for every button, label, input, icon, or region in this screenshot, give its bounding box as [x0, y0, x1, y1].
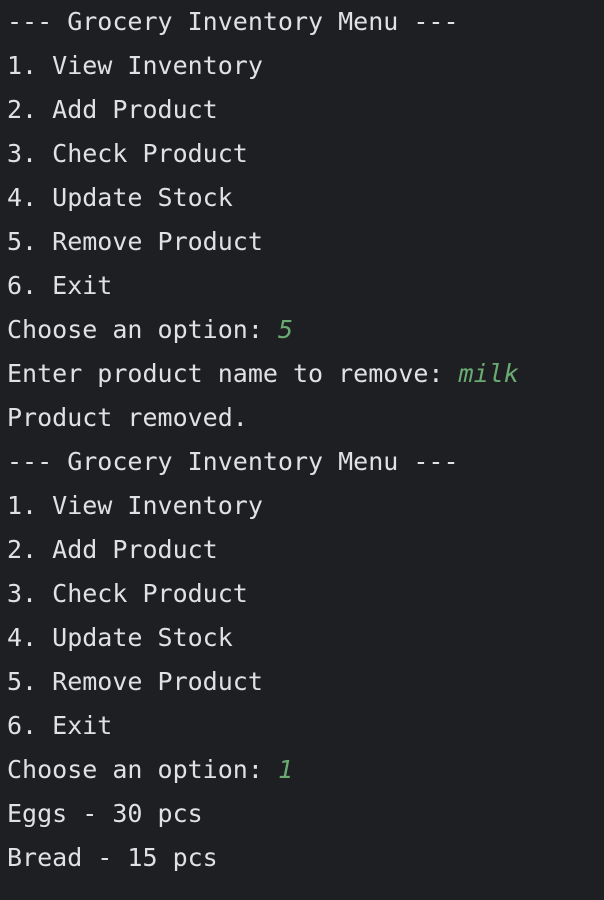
- menu-option-remove-product: 5. Remove Product: [7, 220, 597, 264]
- console-text: 4. Update Stock: [7, 623, 233, 652]
- console-text: 1. View Inventory: [7, 51, 263, 80]
- console-text: 2. Add Product: [7, 95, 218, 124]
- console-text: 3. Check Product: [7, 579, 248, 608]
- console-text: 4. Update Stock: [7, 183, 233, 212]
- menu-option-check-product: 3. Check Product: [7, 572, 597, 616]
- option-prompt: Choose an option: 1: [7, 748, 597, 792]
- menu-header: --- Grocery Inventory Menu ---: [7, 0, 597, 44]
- menu-option-view-inventory: 1. View Inventory: [7, 44, 597, 88]
- user-input: 5: [277, 315, 293, 344]
- menu-option-check-product: 3. Check Product: [7, 132, 597, 176]
- console-text: --- Grocery Inventory Menu ---: [7, 7, 459, 36]
- menu-option-exit: 6. Exit: [7, 704, 597, 748]
- console-text: 3. Check Product: [7, 139, 248, 168]
- console-text: 5. Remove Product: [7, 667, 263, 696]
- console-text: 2. Add Product: [7, 535, 218, 564]
- user-input: milk: [458, 359, 519, 388]
- menu-header: --- Grocery Inventory Menu ---: [7, 440, 597, 484]
- console-text: 1. View Inventory: [7, 491, 263, 520]
- console-text: 6. Exit: [7, 271, 113, 300]
- console-text: Product removed.: [7, 403, 248, 432]
- menu-option-view-inventory: 1. View Inventory: [7, 484, 597, 528]
- menu-option-update-stock: 4. Update Stock: [7, 616, 597, 660]
- inventory-item: Eggs - 30 pcs: [7, 792, 597, 836]
- console-text: 6. Exit: [7, 711, 113, 740]
- menu-option-update-stock: 4. Update Stock: [7, 176, 597, 220]
- option-prompt: Choose an option: 5: [7, 308, 597, 352]
- menu-option-remove-product: 5. Remove Product: [7, 660, 597, 704]
- prompt-text: Enter product name to remove:: [7, 359, 459, 388]
- console-text: Eggs - 30 pcs: [7, 799, 203, 828]
- user-input: 1: [277, 755, 293, 784]
- remove-prompt: Enter product name to remove: milk: [7, 352, 597, 396]
- status-message: Product removed.: [7, 396, 597, 440]
- console-text: --- Grocery Inventory Menu ---: [7, 447, 459, 476]
- prompt-text: Choose an option:: [7, 755, 278, 784]
- menu-option-add-product: 2. Add Product: [7, 528, 597, 572]
- console-text: Bread - 15 pcs: [7, 843, 218, 872]
- menu-option-exit: 6. Exit: [7, 264, 597, 308]
- console-text: 5. Remove Product: [7, 227, 263, 256]
- menu-option-add-product: 2. Add Product: [7, 88, 597, 132]
- console-output: --- Grocery Inventory Menu --- 1. View I…: [7, 0, 597, 880]
- prompt-text: Choose an option:: [7, 315, 278, 344]
- inventory-item: Bread - 15 pcs: [7, 836, 597, 880]
